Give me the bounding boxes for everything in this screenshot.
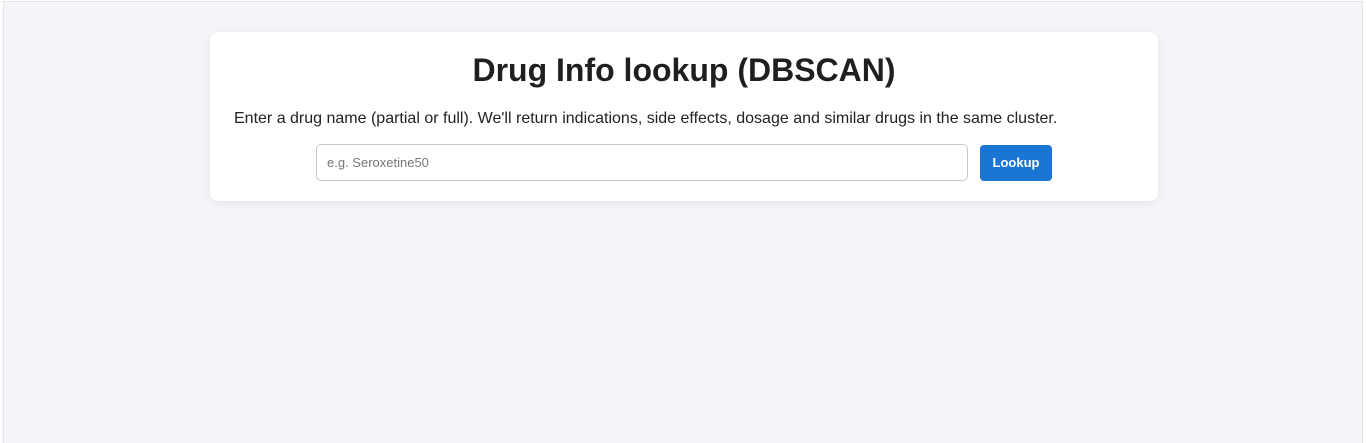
page-title: Drug Info lookup (DBSCAN) xyxy=(472,52,896,88)
page-description: Enter a drug name (partial or full). We'… xyxy=(234,110,1058,127)
search-row: Lookup xyxy=(316,144,1052,181)
lookup-button[interactable]: Lookup xyxy=(980,144,1052,181)
page-background: Drug Info lookup (DBSCAN) Enter a drug n… xyxy=(3,1,1363,443)
drug-search-input[interactable] xyxy=(316,144,968,181)
lookup-card: Drug Info lookup (DBSCAN) Enter a drug n… xyxy=(210,32,1158,201)
